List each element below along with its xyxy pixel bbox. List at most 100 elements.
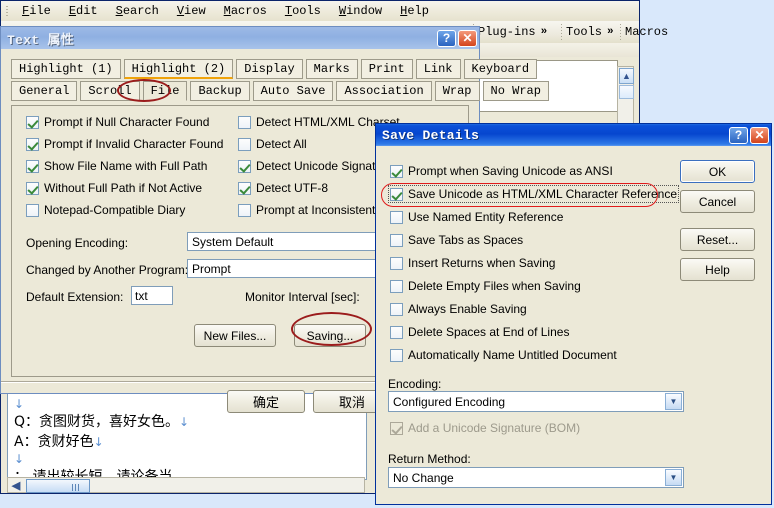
- toolbar-group-macros[interactable]: Macros: [616, 21, 668, 43]
- horizontal-scroll-thumb[interactable]: [26, 479, 90, 493]
- checkbox-delete-spaces-eol[interactable]: Delete Spaces at End of Lines: [390, 325, 569, 339]
- pilcrow-icon-2: ↓: [179, 415, 190, 429]
- toolbar-grip-macros[interactable]: [619, 24, 622, 40]
- checkbox-label: Without Full Path if Not Active: [44, 181, 203, 195]
- chevron-down-icon-encoding[interactable]: ▼: [665, 393, 682, 410]
- tab-link[interactable]: Link: [415, 59, 461, 79]
- scroll-left-arrow-icon[interactable]: ◀: [8, 478, 24, 492]
- menu-item-macros[interactable]: Macros: [215, 2, 276, 20]
- tab-highlight-1[interactable]: Highlight (1): [11, 59, 121, 79]
- vertical-scroll-thumb[interactable]: [619, 85, 634, 99]
- toolbar-group-tools[interactable]: Tools »: [557, 21, 614, 43]
- saving-button[interactable]: Saving...: [294, 324, 366, 347]
- close-icon-button[interactable]: ✕: [458, 29, 477, 47]
- cancel-button[interactable]: Cancel: [680, 190, 755, 213]
- checkbox-auto-name-untitled[interactable]: Automatically Name Untitled Document: [390, 348, 617, 362]
- combo-return-method[interactable]: No Change ▼: [388, 467, 684, 488]
- toolbar-grip-tools[interactable]: [560, 24, 563, 40]
- checkbox-box-icon: [26, 115, 39, 129]
- chevron-overflow-icon[interactable]: »: [541, 27, 548, 38]
- menu-item-tools[interactable]: Tools: [276, 2, 330, 20]
- toolbar-group-plugins[interactable]: Plug-ins »: [469, 21, 547, 43]
- tab-no-wrap[interactable]: No Wrap: [482, 81, 549, 101]
- checkbox-use-named-entity[interactable]: Use Named Entity Reference: [390, 210, 563, 224]
- checkbox-without-full-path[interactable]: Without Full Path if Not Active: [26, 181, 202, 195]
- checkbox-prompt-null-char[interactable]: Prompt if Null Character Found: [26, 115, 209, 129]
- input-default-extension[interactable]: txt: [131, 286, 173, 305]
- tab-highlight-2[interactable]: Highlight (2): [123, 59, 234, 79]
- tab-scroll[interactable]: Scroll: [80, 81, 140, 101]
- help-button[interactable]: Help: [680, 258, 755, 281]
- chevron-down-icon-return[interactable]: ▼: [665, 469, 682, 486]
- checkbox-save-tabs-as-spaces[interactable]: Save Tabs as Spaces: [390, 233, 523, 247]
- checkbox-always-enable-saving[interactable]: Always Enable Saving: [390, 302, 527, 316]
- checkbox-box-icon: [390, 256, 403, 270]
- tab-backup[interactable]: Backup: [190, 81, 250, 101]
- close-icon-button-save[interactable]: ✕: [750, 126, 769, 144]
- checkbox-label: Save Unicode as HTML/XML Character Refer…: [408, 187, 678, 201]
- checkbox-add-bom[interactable]: Add a Unicode Signature (BOM): [390, 421, 580, 435]
- chevron-overflow-icon-2[interactable]: »: [607, 27, 614, 38]
- tab-wrap[interactable]: Wrap: [434, 81, 480, 101]
- tab-auto-save[interactable]: Auto Save: [252, 81, 334, 101]
- menu-item-help[interactable]: Help: [391, 2, 438, 20]
- text-dialog-titlebar[interactable]: Text 属性 ? ✕: [1, 27, 479, 49]
- menu-grip[interactable]: [4, 4, 11, 18]
- checkbox-prompt-saving-ansi[interactable]: Prompt when Saving Unicode as ANSI: [390, 164, 613, 178]
- help-icon-button[interactable]: ?: [437, 29, 456, 47]
- default-extension-value: txt: [135, 288, 148, 303]
- tab-print[interactable]: Print: [360, 59, 413, 79]
- menu-item-view[interactable]: View: [168, 2, 215, 20]
- checkbox-detect-unicode-signature[interactable]: Detect Unicode Signature: [238, 159, 393, 173]
- menu-item-edit[interactable]: Edit: [60, 2, 107, 20]
- tab-general[interactable]: General: [11, 81, 78, 101]
- checkbox-box-icon: [238, 203, 251, 217]
- checkbox-box-icon: [26, 181, 39, 195]
- checkbox-notepad-diary[interactable]: Notepad-Compatible Diary: [26, 203, 185, 217]
- menu-item-file[interactable]: FFileile: [13, 2, 60, 20]
- checkbox-box-icon: [390, 187, 403, 201]
- label-encoding: Encoding:: [388, 377, 442, 391]
- checkbox-show-full-path[interactable]: Show File Name with Full Path: [26, 159, 207, 173]
- checkbox-prompt-invalid-char[interactable]: Prompt if Invalid Character Found: [26, 137, 223, 151]
- checkbox-save-unicode-html-xml[interactable]: Save Unicode as HTML/XML Character Refer…: [387, 185, 680, 203]
- tab-file[interactable]: File: [142, 81, 188, 101]
- checkbox-delete-empty-files[interactable]: Delete Empty Files when Saving: [390, 279, 581, 293]
- tab-display[interactable]: Display: [236, 59, 303, 79]
- scroll-thumb-grip: [72, 484, 80, 491]
- combo-opening-encoding-value: System Default: [192, 234, 274, 249]
- checkbox-insert-returns[interactable]: Insert Returns when Saving: [390, 256, 555, 270]
- checkbox-label: Detect Unicode Signature: [256, 159, 393, 173]
- checkbox-label: Add a Unicode Signature (BOM): [408, 421, 581, 435]
- menu-item-search[interactable]: Search: [107, 2, 168, 20]
- checkbox-detect-utf8[interactable]: Detect UTF-8: [238, 181, 328, 195]
- scroll-up-arrow-icon[interactable]: ▲: [619, 68, 634, 84]
- help-label: Help: [705, 262, 730, 277]
- new-files-button[interactable]: New Files...: [194, 324, 276, 347]
- ok-button-cn[interactable]: 确定: [227, 390, 305, 413]
- tab-marks[interactable]: Marks: [305, 59, 358, 79]
- checkbox-detect-all[interactable]: Detect All: [238, 137, 307, 151]
- ok-button[interactable]: OK: [680, 160, 755, 183]
- menu-bar: FFileile Edit Search View Macros Tools W…: [1, 1, 639, 21]
- menu-item-window[interactable]: Window: [330, 2, 391, 20]
- label-return-method: Return Method:: [388, 452, 471, 466]
- tab-strip: Highlight (1) Highlight (2) Display Mark…: [11, 59, 549, 103]
- help-icon-button-save[interactable]: ?: [729, 126, 748, 144]
- combo-changed-by-program-value: Prompt: [192, 261, 231, 276]
- checkbox-box-icon: [390, 325, 403, 339]
- label-monitor-interval: Monitor Interval [sec]:: [245, 290, 360, 304]
- checkbox-label: Notepad-Compatible Diary: [44, 203, 186, 217]
- checkbox-box-icon: [26, 159, 39, 173]
- horizontal-scrollbar[interactable]: ◀: [7, 477, 365, 493]
- checkbox-box-icon: [238, 159, 251, 173]
- checkbox-box-icon: [390, 233, 403, 247]
- save-dialog-titlebar[interactable]: Save Details ? ✕: [376, 124, 771, 146]
- toolbar-label-plugins: Plug-ins: [478, 25, 536, 39]
- cancel-label: Cancel: [698, 194, 737, 209]
- tab-keyboard[interactable]: Keyboard: [463, 59, 538, 79]
- tab-association[interactable]: Association: [336, 81, 432, 101]
- label-changed-by-program: Changed by Another Program:: [26, 263, 189, 277]
- combo-encoding[interactable]: Configured Encoding ▼: [388, 391, 684, 412]
- reset-button[interactable]: Reset...: [680, 228, 755, 251]
